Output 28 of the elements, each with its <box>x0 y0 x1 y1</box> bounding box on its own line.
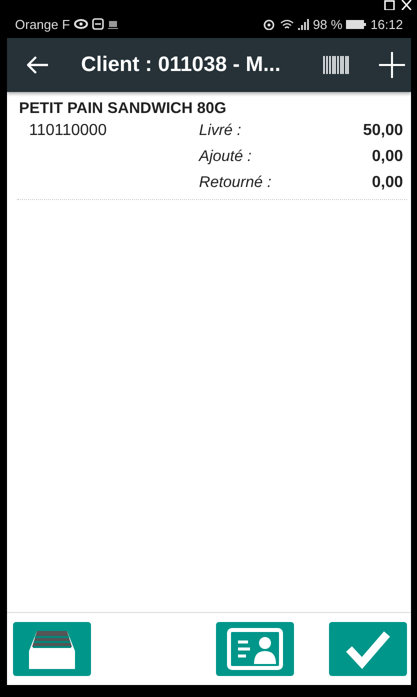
quantity-value: 0,00 <box>370 147 404 167</box>
carrier-text: Orange F <box>15 16 70 32</box>
close-icon[interactable] <box>401 0 412 10</box>
quantity-label: Ajouté : <box>199 147 253 167</box>
product-code: 110110000 <box>28 121 108 141</box>
check-icon <box>345 629 391 669</box>
clock-text: 16:12 <box>370 16 403 32</box>
battery-icon <box>346 20 366 28</box>
product-name: PETIT PAIN SANDWICH 80G <box>19 100 228 118</box>
quantity-label: Livré : <box>199 121 242 141</box>
quantity-label: Retourné : <box>199 173 272 193</box>
contact-button[interactable] <box>216 622 294 676</box>
drawer-icon <box>27 629 77 669</box>
tv-icon <box>108 20 118 28</box>
drawer-button[interactable] <box>13 622 91 676</box>
battery-text: 98 % <box>312 16 342 32</box>
quantity-value: 50,00 <box>362 121 404 141</box>
maximize-icon[interactable] <box>384 0 395 10</box>
window-title: Client : 011038 - M... <box>81 53 282 77</box>
back-arrow-icon[interactable] <box>27 56 49 74</box>
plus-icon[interactable] <box>379 52 405 78</box>
barcode-icon[interactable] <box>323 56 349 74</box>
contact-card-icon <box>227 628 283 670</box>
wifi-icon <box>280 18 294 30</box>
confirm-button[interactable] <box>329 622 407 676</box>
app-icon <box>92 18 104 30</box>
signal-icon <box>298 18 309 30</box>
quantity-value: 0,00 <box>370 173 404 193</box>
